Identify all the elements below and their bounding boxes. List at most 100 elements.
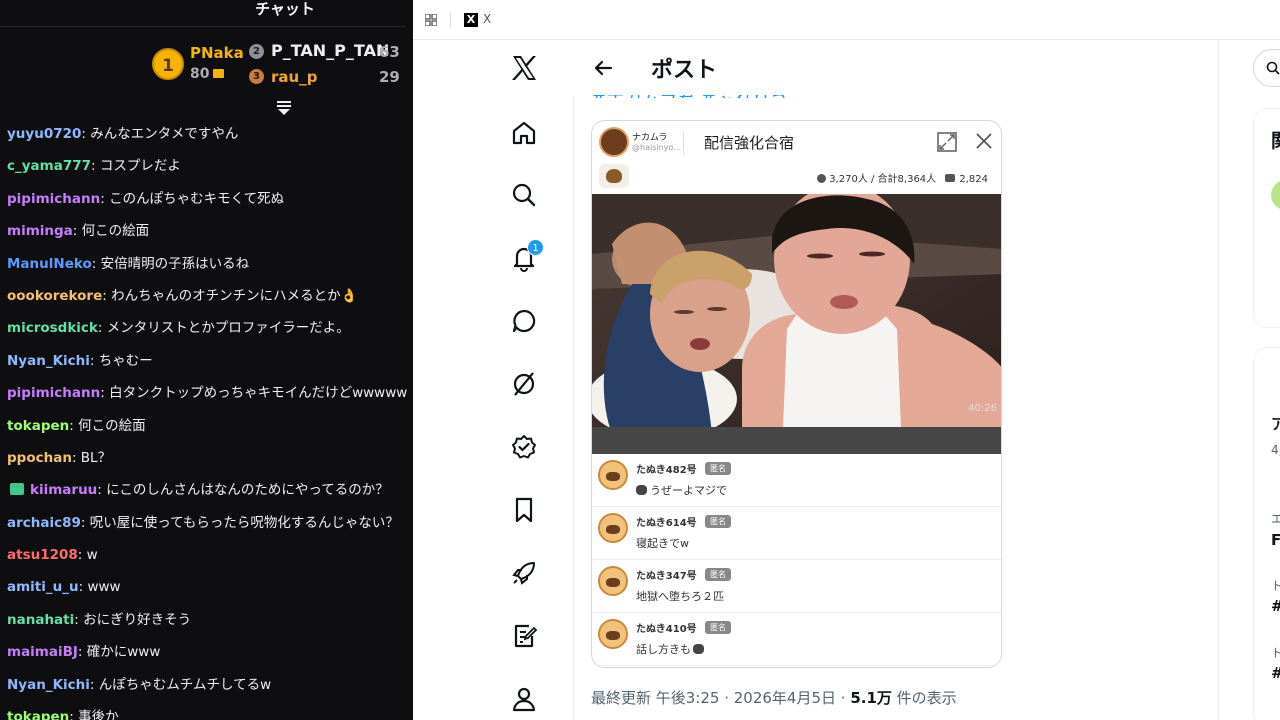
rocket-icon[interactable] — [510, 559, 538, 587]
stream-comment: たぬき410号 匿名 話し方きも — [592, 613, 1001, 666]
page-title: ポスト — [651, 58, 718, 83]
chat-username[interactable]: yuyu0720 — [7, 126, 90, 142]
chat-message-list: yuyu0720みんなエンタメですやんc_yama777コスプレだよpipimi… — [7, 121, 407, 720]
leaderboard-name-1[interactable]: PNaka — [190, 44, 244, 62]
leaderboard-name-3[interactable]: rau_p — [271, 68, 317, 86]
search-box[interactable] — [1253, 49, 1280, 87]
back-arrow-icon[interactable] — [593, 58, 613, 78]
comment-text: 寝起きでw — [636, 537, 689, 550]
chat-message: c_yama777コスプレだよ — [7, 153, 407, 185]
chat-message: maimaiBJ確かにwww — [7, 639, 407, 671]
chat-text: BL？ — [80, 449, 112, 466]
chat-username[interactable]: miminga — [7, 223, 82, 239]
leaderboard-score-1: 80 — [190, 66, 225, 82]
chat-text: コスプレだよ — [99, 158, 181, 175]
tanuki-avatar — [598, 513, 628, 543]
verified-icon[interactable] — [510, 433, 538, 461]
chat-message: nanahatiおにぎり好きそう — [7, 607, 407, 639]
profile-icon[interactable] — [510, 685, 538, 713]
chat-username[interactable]: pipimichann — [7, 385, 109, 401]
post-metadata: 最終更新 午後3:25 · 2026年4月5日 · 5.1万 件の表示 — [591, 689, 957, 707]
post-media-card[interactable]: ナカムラ @haisinyo… 配信強化合宿 3,270人 / 合計8,364人… — [591, 120, 1002, 668]
gift-sub-icon — [10, 483, 24, 496]
chat-username[interactable]: atsu1208 — [7, 547, 87, 563]
messages-icon[interactable] — [510, 307, 538, 335]
comment-text: 話し方きも — [636, 641, 707, 657]
trend-title-3[interactable]: # — [1271, 597, 1280, 615]
chat-message: tokapen事後か — [7, 704, 407, 720]
chat-username[interactable]: Nyan_Kichi — [7, 677, 99, 693]
chat-username[interactable]: kiimaruu — [30, 482, 106, 498]
leaderboard-score-2: 63 — [379, 43, 400, 61]
trend-title-4[interactable]: # — [1271, 664, 1280, 682]
chat-username[interactable]: amiti_u_u — [7, 579, 87, 595]
compose-icon[interactable] — [510, 622, 538, 650]
chat-message: ppochanBL？ — [7, 445, 407, 477]
trend-title-2[interactable]: F — [1271, 531, 1280, 549]
gift-icon — [213, 69, 225, 78]
stream-stats: 3,270人 / 合計8,364人 2,824 — [817, 170, 988, 185]
leaderboard-expand-icon[interactable] — [276, 98, 292, 118]
chat-username[interactable]: oookorekore — [7, 288, 111, 304]
chat-title: チャット — [255, 0, 315, 18]
tanuki-avatar — [598, 619, 628, 649]
chat-divider — [0, 26, 405, 27]
trend-title-1[interactable]: ア — [1271, 413, 1280, 434]
leaderboard-name-2[interactable]: P_TAN_P_TAN — [271, 41, 389, 60]
tanuki-avatar — [598, 460, 628, 490]
rank-2-badge: 2 — [249, 44, 264, 59]
chat-text: ちゃむー — [98, 352, 153, 369]
rank-1-badge: 1 — [152, 48, 184, 80]
chat-message: yuyu0720みんなエンタメですやん — [7, 121, 407, 153]
comment-author: たぬき614号 — [636, 518, 697, 529]
trend-label-3: ト — [1271, 579, 1280, 593]
tab-divider — [450, 12, 451, 28]
tab-grid-icon[interactable] — [425, 14, 437, 26]
header-divider — [683, 131, 684, 155]
stream-title: 配信強化合宿 — [704, 134, 795, 152]
video-still-image — [592, 194, 1001, 454]
stream-video-frame: 40:26 — [592, 194, 1001, 454]
chat-message: archaic89呪い屋に使ってもらったら呪物化するんじゃない？ — [7, 510, 407, 542]
chat-username[interactable]: microsdkick — [7, 320, 107, 336]
view-count[interactable]: 5.1万 — [850, 689, 892, 707]
bookmark-icon[interactable] — [510, 496, 538, 524]
chat-username[interactable]: pipimichann — [7, 191, 109, 207]
search-icon[interactable] — [510, 181, 538, 209]
chat-text: わんちゃんのオチンチンにハメるとか👌 — [111, 287, 358, 304]
chat-text: にこのしんさんはなんのためにやってるのか？ — [106, 482, 389, 499]
chat-message: pipimichann白タンクトップめっちゃキモイんだけどwwwwww — [7, 380, 407, 412]
x-logo-icon[interactable] — [510, 54, 538, 82]
chat-username[interactable]: archaic89 — [7, 515, 90, 531]
stream-comments-list: たぬき482号 匿名 うぜーよマジで たぬき614号 匿名 寝起きでw たぬき347号 匿名地… — [592, 454, 1001, 666]
chat-username[interactable]: tokapen — [7, 418, 78, 434]
comment-author: たぬき482号 — [636, 465, 697, 476]
chat-text: 白タンクトップめっちゃキモイんだけどwwwwww — [109, 385, 407, 402]
notifications-count-badge: 1 — [527, 239, 544, 256]
chat-username[interactable]: tokapen — [7, 709, 78, 720]
chat-text: んぽちゃむムチムチしてるw — [98, 676, 272, 693]
anonymous-badge: 匿名 — [705, 568, 731, 581]
grok-icon[interactable] — [510, 370, 538, 398]
expand-icon — [937, 132, 957, 152]
chat-text: 事後か — [78, 709, 119, 720]
chat-username[interactable]: c_yama777 — [7, 158, 100, 174]
chat-text: メンタリストとかプロファイラーだよ。 — [106, 320, 350, 337]
chat-username[interactable]: ppochan — [7, 450, 81, 466]
stream-comment: たぬき347号 匿名 地獄へ堕ちろ２匹 — [592, 560, 1001, 613]
anonymous-badge: 匿名 — [705, 515, 731, 528]
rank-3-badge: 3 — [249, 69, 264, 84]
tab-x[interactable]: X — [483, 12, 491, 26]
viewers-icon — [817, 174, 827, 183]
channel-name: ナカムラ — [632, 133, 668, 143]
chat-username[interactable]: Nyan_Kichi — [7, 353, 99, 369]
chat-text: 確かにwww — [86, 644, 161, 661]
comment-text: うぜーよマジで — [636, 482, 727, 498]
chat-text: 何この絵面 — [78, 417, 146, 434]
chat-username[interactable]: maimaiBJ — [7, 644, 87, 660]
chat-username[interactable]: ManulNeko — [7, 256, 101, 272]
chat-username[interactable]: nanahati — [7, 612, 83, 628]
chat-text: このんぽちゃむキモくて死ぬ — [109, 190, 285, 207]
comments-icon — [945, 174, 956, 182]
home-icon[interactable] — [510, 119, 538, 147]
